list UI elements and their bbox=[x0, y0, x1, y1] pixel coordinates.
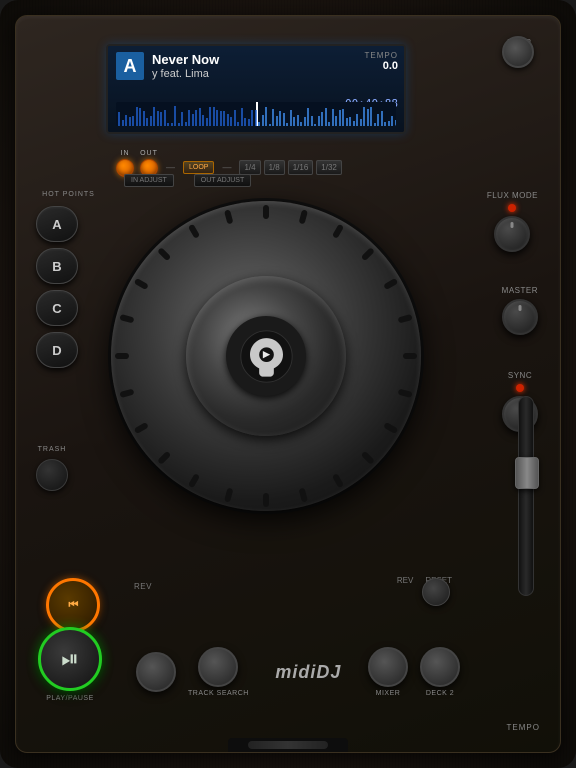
flux-mode-section: FLUX MODE bbox=[487, 191, 538, 256]
track-title-line2: y feat. Lima bbox=[152, 68, 334, 81]
waveform-container bbox=[116, 102, 396, 126]
hot-point-b[interactable]: B bbox=[36, 248, 78, 284]
mixer-label: MIXER bbox=[376, 690, 401, 697]
flux-indicator bbox=[508, 204, 516, 212]
out-group: OUT bbox=[140, 150, 158, 177]
play-pause-button[interactable] bbox=[38, 627, 102, 691]
loop-btn[interactable]: LOOP bbox=[183, 161, 214, 174]
trash-label: TRASH bbox=[38, 446, 67, 453]
track-search-group2: TRACK SEARCH bbox=[188, 647, 249, 697]
trash-knob[interactable] bbox=[36, 459, 68, 491]
jog-wheel-container bbox=[101, 191, 431, 521]
tempo-value: 0.0 bbox=[365, 60, 398, 72]
in-label: IN bbox=[121, 150, 130, 157]
jog-center-logo bbox=[226, 316, 306, 396]
frac-1-4[interactable]: 1/4 bbox=[239, 160, 260, 175]
frac-1-16[interactable]: 1/16 bbox=[288, 160, 314, 175]
hot-points-panel: HOT POINTS A B C D bbox=[36, 191, 101, 374]
mididj-brand: midiDJ bbox=[261, 662, 356, 683]
out-adjust-btn[interactable]: OUT ADJUST bbox=[194, 174, 251, 187]
play-pause-container: PLAY/PAUSE bbox=[38, 627, 102, 702]
adjust-controls: IN ADJUST OUT ADJUST bbox=[124, 174, 251, 187]
master-label: MASTER bbox=[502, 286, 538, 295]
rev-left-area: REV bbox=[134, 576, 152, 594]
deck2-knob[interactable] bbox=[420, 647, 460, 687]
grip-inner bbox=[248, 741, 328, 749]
flux-label: FLUX MODE bbox=[487, 191, 538, 200]
hot-point-d[interactable]: D bbox=[36, 332, 78, 368]
deck-label: A bbox=[116, 52, 144, 80]
tempo-section: TEMPO 0.0 bbox=[365, 51, 398, 72]
sync-label: SYNC bbox=[508, 371, 532, 380]
track-search-knob-2[interactable] bbox=[198, 647, 238, 687]
hot-point-c[interactable]: C bbox=[36, 290, 78, 326]
fader-handle[interactable] bbox=[515, 457, 539, 489]
display-screen: A Never Now y feat. Lima TEMPO 0.0 00:40… bbox=[106, 44, 406, 134]
mixer-knob[interactable] bbox=[368, 647, 408, 687]
cue-icon: ⏮ bbox=[69, 599, 78, 612]
track-info: Never Now y feat. Lima bbox=[152, 52, 334, 81]
jog-inner-platter bbox=[186, 276, 346, 436]
frac-1-32[interactable]: 1/32 bbox=[316, 160, 342, 175]
help-knob[interactable] bbox=[502, 36, 534, 68]
dj-controller: HELP A Never Now y feat. Lima TEMPO 0.0 … bbox=[0, 0, 576, 768]
track-title-line1: Never Now bbox=[152, 52, 334, 68]
dj-logo-icon bbox=[239, 329, 294, 384]
loop-dash2: — bbox=[222, 162, 231, 172]
loop-dash: — bbox=[166, 162, 175, 172]
master-section: MASTER bbox=[502, 286, 538, 339]
sync-indicator bbox=[516, 384, 524, 392]
cue-button[interactable]: ⏮ bbox=[46, 578, 100, 632]
out-label: OUT bbox=[140, 150, 158, 157]
mixer-group: MIXER bbox=[368, 647, 408, 697]
deck2-label: DECK 2 bbox=[426, 690, 454, 697]
fader-track bbox=[518, 396, 534, 596]
reset-knob[interactable] bbox=[422, 578, 450, 606]
track-search-label: TRACK SEARCH bbox=[188, 690, 249, 697]
master-knob[interactable] bbox=[502, 299, 538, 335]
rev-right-label: REV bbox=[397, 576, 413, 585]
bottom-grip bbox=[228, 738, 348, 752]
tempo-label-bottom: TEMPO bbox=[507, 723, 540, 732]
bottom-row: TRACK SEARCH midiDJ MIXER DECK 2 bbox=[136, 647, 460, 697]
flux-knob[interactable] bbox=[494, 216, 530, 252]
cue-btn-container: ⏮ bbox=[46, 578, 100, 632]
tempo-label-display: TEMPO bbox=[365, 51, 398, 60]
trash-section: TRASH bbox=[36, 446, 68, 491]
fraction-buttons: 1/4 1/8 1/16 1/32 bbox=[239, 160, 341, 175]
jog-wheel[interactable] bbox=[111, 201, 421, 511]
deck2-group: DECK 2 bbox=[420, 647, 460, 697]
rev-left-label: REV bbox=[134, 582, 152, 591]
track-search-knob-1[interactable] bbox=[136, 652, 176, 692]
play-pause-label: PLAY/PAUSE bbox=[38, 695, 102, 702]
hot-points-label: HOT POINTS bbox=[36, 191, 101, 198]
main-panel: HELP A Never Now y feat. Lima TEMPO 0.0 … bbox=[15, 15, 561, 753]
in-group: IN bbox=[116, 150, 134, 177]
hot-point-a[interactable]: A bbox=[36, 206, 78, 242]
track-search-group bbox=[136, 652, 176, 692]
frac-1-8[interactable]: 1/8 bbox=[264, 160, 285, 175]
in-adjust-btn[interactable]: IN ADJUST bbox=[124, 174, 174, 187]
